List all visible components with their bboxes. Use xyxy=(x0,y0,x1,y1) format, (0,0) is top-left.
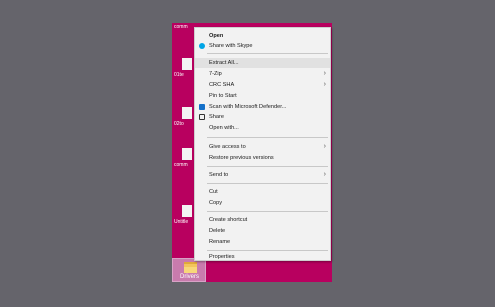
file-icon xyxy=(182,58,192,70)
menu-item-label: Send to xyxy=(209,172,229,178)
chevron-right-icon: › xyxy=(323,81,326,88)
menu-item-7zip[interactable]: 7-Zip › xyxy=(195,69,330,79)
folder-icon xyxy=(184,262,197,273)
menu-item-cut[interactable]: Cut xyxy=(195,187,330,197)
menu-item-label: Restore previous versions xyxy=(209,155,274,161)
menu-item-rename[interactable]: Rename xyxy=(195,237,330,247)
menu-item-label: Create shortcut xyxy=(209,217,248,223)
menu-item-send-to[interactable]: Send to › xyxy=(195,170,330,180)
menu-item-label: Open with... xyxy=(209,125,239,131)
menu-item-label: Open xyxy=(209,33,224,39)
chevron-right-icon: › xyxy=(323,143,326,150)
menu-separator xyxy=(207,250,328,251)
menu-item-label: Cut xyxy=(209,189,218,195)
menu-item-give-access-to[interactable]: Give access to › xyxy=(195,142,330,152)
menu-item-open-with[interactable]: Open with... xyxy=(195,123,330,133)
chevron-right-icon: › xyxy=(323,70,326,77)
menu-item-label: 7-Zip xyxy=(209,71,222,77)
context-menu: Open Share with Skype Extract All... 7-Z… xyxy=(194,27,331,261)
chevron-right-icon: › xyxy=(323,171,326,178)
menu-separator xyxy=(207,53,328,54)
menu-item-label: Rename xyxy=(209,239,231,245)
menu-item-label: Give access to xyxy=(209,144,246,150)
menu-item-share-with-skype[interactable]: Share with Skype xyxy=(195,41,330,51)
menu-item-delete[interactable]: Delete xyxy=(195,226,330,236)
menu-item-label: Pin to Start xyxy=(209,93,237,99)
menu-item-label: Copy xyxy=(209,200,223,206)
menu-separator xyxy=(207,183,328,184)
menu-item-label: Delete xyxy=(209,228,226,234)
defender-shield-icon xyxy=(199,104,205,110)
menu-item-pin-to-start[interactable]: Pin to Start xyxy=(195,91,330,101)
menu-item-label: Properties xyxy=(209,254,235,260)
folder-label: Drivers xyxy=(180,274,199,280)
menu-item-label: CRC SHA xyxy=(209,82,235,88)
menu-item-crc-sha[interactable]: CRC SHA › xyxy=(195,80,330,90)
menu-item-label: Extract All... xyxy=(209,60,239,66)
menu-item-copy[interactable]: Copy xyxy=(195,198,330,208)
menu-item-label: Scan with Microsoft Defender... xyxy=(209,104,287,110)
share-icon xyxy=(199,114,205,120)
menu-item-extract-all[interactable]: Extract All... xyxy=(195,58,330,68)
menu-separator xyxy=(207,137,328,138)
menu-item-restore-previous-versions[interactable]: Restore previous versions xyxy=(195,153,330,163)
file-icon xyxy=(182,205,192,217)
menu-separator xyxy=(207,211,328,212)
file-icon xyxy=(182,148,192,160)
menu-item-scan-defender[interactable]: Scan with Microsoft Defender... xyxy=(195,102,330,112)
menu-item-share[interactable]: Share xyxy=(195,112,330,122)
file-icon xyxy=(182,107,192,119)
menu-item-create-shortcut[interactable]: Create shortcut xyxy=(195,215,330,225)
skype-icon xyxy=(199,43,205,49)
menu-item-properties[interactable]: Properties xyxy=(195,252,330,262)
menu-item-open[interactable]: Open xyxy=(195,31,330,41)
menu-item-label: Share xyxy=(209,114,224,120)
menu-item-label: Share with Skype xyxy=(209,43,253,49)
menu-separator xyxy=(207,166,328,167)
